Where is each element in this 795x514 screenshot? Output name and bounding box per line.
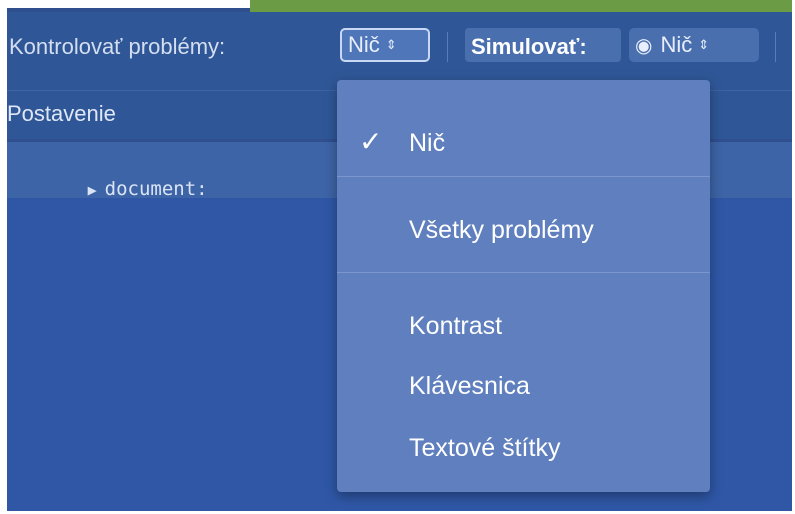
checkmark-icon: ✓ xyxy=(359,126,383,157)
dropdown-item-label: Kontrast xyxy=(409,312,503,340)
check-issues-label: Kontrolovať problémy: xyxy=(9,34,226,59)
eye-icon: ◉ xyxy=(635,34,653,57)
dropdown-separator xyxy=(337,272,710,273)
dropdown-item-textove-stitky[interactable]: Textové štítky xyxy=(337,430,710,470)
dropdown-item-label: Všetky problémy xyxy=(409,216,594,244)
left-border xyxy=(0,0,7,514)
top-border xyxy=(0,0,250,8)
expand-triangle-icon[interactable]: ▶ xyxy=(88,181,97,199)
column-header-postavenie: Postavenie xyxy=(7,101,116,126)
spinner-icon: ⇕ xyxy=(698,37,710,52)
dropdown-item-kontrast[interactable]: Kontrast xyxy=(337,308,710,348)
spinner-icon: ⇕ xyxy=(385,37,397,52)
check-issues-select[interactable]: Nič ⇕ xyxy=(340,28,430,62)
dropdown-item-label: Klávesnica xyxy=(409,372,530,400)
toolbar-separator xyxy=(775,32,776,62)
check-issues-value: Nič xyxy=(348,32,380,57)
dropdown-item-klavesnica[interactable]: Klávesnica xyxy=(337,368,710,408)
tree-row-label: document: xyxy=(104,178,208,200)
dropdown-item-label: Textové štítky xyxy=(409,434,561,462)
toolbar-separator xyxy=(447,32,448,62)
devtools-panel: Kontrolovať problémy: Nič ⇕ Simulovať: ◉… xyxy=(0,0,795,514)
dropdown-item-label: Nič xyxy=(409,129,446,157)
accent-bar xyxy=(250,0,795,12)
dropdown-separator xyxy=(337,176,710,177)
check-issues-dropdown-menu: ✓ Nič Všetky problémy Kontrast Klávesnic… xyxy=(337,80,710,492)
simulate-value: Nič xyxy=(660,32,693,57)
dropdown-item-vsetky-problemy[interactable]: Všetky problémy xyxy=(337,212,710,252)
simulate-label: Simulovať: xyxy=(471,34,587,59)
simulate-select[interactable]: ◉ Nič ⇕ xyxy=(629,28,759,62)
dropdown-item-nic[interactable]: ✓ Nič xyxy=(337,125,710,165)
